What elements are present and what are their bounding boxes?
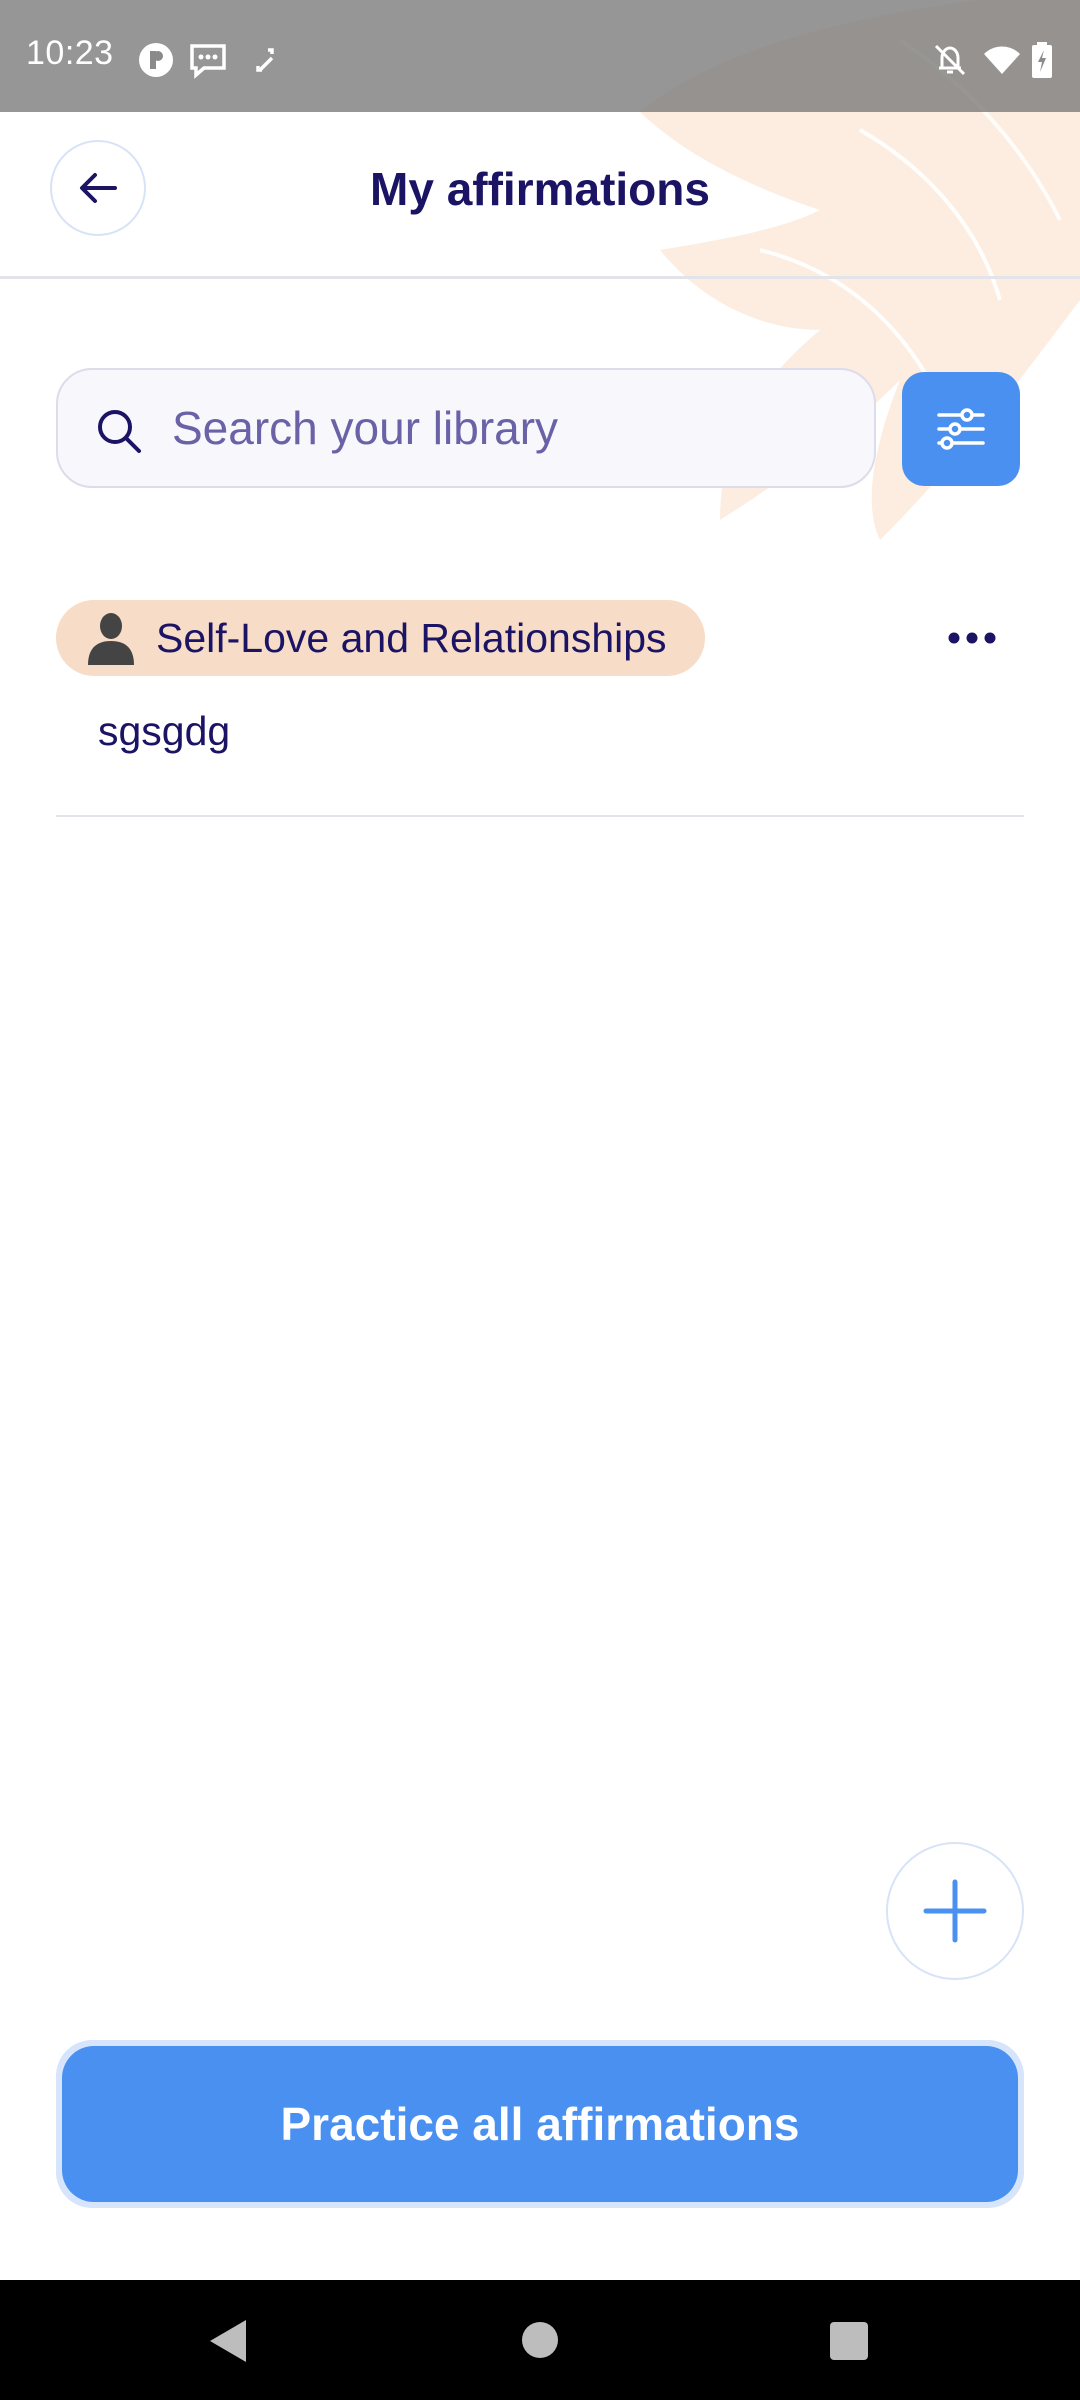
system-nav-bar (0, 2280, 1080, 2400)
affirmation-text[interactable]: sgsgdg (98, 708, 230, 755)
nav-home-icon[interactable] (522, 2322, 558, 2358)
status-bar: 10:23 (0, 0, 1080, 112)
app-header: My affirmations (0, 112, 1080, 279)
more-options-button[interactable] (940, 610, 1004, 666)
add-affirmation-button[interactable] (886, 1842, 1024, 1980)
more-horizontal-icon (948, 632, 996, 644)
divider (56, 815, 1024, 817)
practice-button-container: Practice all affirmations (56, 2040, 1024, 2208)
chat-icon (190, 44, 226, 79)
person-icon (88, 613, 134, 665)
category-label: Self-Love and Relationships (156, 614, 667, 661)
page-title: My affirmations (370, 163, 710, 215)
nav-back-icon[interactable] (206, 2318, 250, 2364)
app-notification-icon (139, 43, 173, 77)
sliders-icon (937, 408, 985, 450)
category-chip[interactable]: Self-Love and Relationships (56, 600, 705, 676)
search-box[interactable] (56, 368, 876, 488)
bell-off-icon (934, 44, 966, 76)
practice-all-button[interactable]: Practice all affirmations (62, 2046, 1018, 2202)
filter-button[interactable] (902, 372, 1020, 486)
search-icon (98, 410, 141, 453)
sync-icon (256, 48, 274, 72)
nav-recents-icon[interactable] (830, 2322, 868, 2360)
wifi-icon (984, 46, 1020, 74)
plus-icon (923, 1879, 987, 1943)
search-input[interactable] (172, 390, 852, 466)
battery-charging-icon (1032, 42, 1052, 78)
status-time: 10:23 (26, 34, 114, 72)
